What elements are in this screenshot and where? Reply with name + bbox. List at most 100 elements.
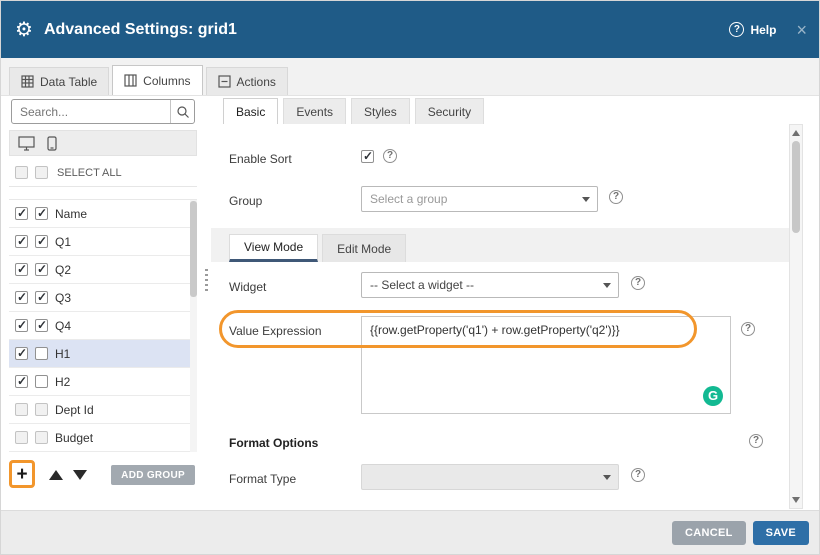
mobile-checkbox[interactable] bbox=[35, 375, 48, 388]
list-item[interactable]: Name bbox=[9, 200, 197, 228]
mobile-checkbox[interactable] bbox=[35, 235, 48, 248]
column-name: Q2 bbox=[55, 263, 71, 277]
value-expression-help-icon[interactable] bbox=[741, 322, 755, 336]
gear-icon: ⚙︎ bbox=[15, 20, 33, 40]
widget-label: Widget bbox=[229, 280, 266, 294]
group-label: Group bbox=[229, 194, 262, 208]
actions-icon bbox=[218, 75, 231, 88]
visible-checkbox[interactable] bbox=[15, 263, 28, 276]
add-group-button[interactable]: ADD GROUP bbox=[111, 465, 195, 485]
format-type-select[interactable] bbox=[361, 464, 619, 490]
help-icon[interactable] bbox=[729, 22, 744, 37]
save-button[interactable]: SAVE bbox=[753, 521, 809, 545]
grammarly-icon[interactable]: G bbox=[703, 386, 723, 406]
tab-actions[interactable]: Actions bbox=[206, 67, 288, 95]
search-button[interactable] bbox=[170, 100, 194, 123]
tab-label: Basic bbox=[236, 105, 265, 119]
tab-label: Actions bbox=[237, 75, 276, 89]
mobile-checkbox[interactable] bbox=[35, 207, 48, 220]
list-scrollbar[interactable] bbox=[190, 200, 197, 452]
visible-checkbox[interactable] bbox=[15, 319, 28, 332]
format-options-heading: Format Options bbox=[229, 436, 318, 450]
visible-checkbox[interactable] bbox=[15, 207, 28, 220]
list-item[interactable]: Budget bbox=[9, 424, 197, 452]
tab-styles[interactable]: Styles bbox=[351, 98, 410, 124]
column-name: Q3 bbox=[55, 291, 71, 305]
format-type-help-icon[interactable] bbox=[631, 468, 645, 482]
scroll-up-icon[interactable] bbox=[792, 130, 800, 136]
annotation-add-column: + bbox=[9, 460, 35, 488]
chevron-down-icon bbox=[582, 197, 590, 202]
tab-label: Data Table bbox=[40, 75, 97, 89]
select-all-mobile-checkbox[interactable] bbox=[35, 166, 48, 179]
tab-security[interactable]: Security bbox=[415, 98, 484, 124]
scroll-down-icon[interactable] bbox=[792, 497, 800, 503]
visible-checkbox[interactable] bbox=[15, 347, 28, 360]
group-select[interactable]: Select a group bbox=[361, 186, 598, 212]
mobile-checkbox[interactable] bbox=[35, 431, 48, 444]
tab-basic[interactable]: Basic bbox=[223, 98, 278, 124]
add-column-button[interactable]: + bbox=[16, 465, 27, 484]
column-name: Q4 bbox=[55, 319, 71, 333]
group-help-icon[interactable] bbox=[609, 190, 623, 204]
visible-checkbox[interactable] bbox=[15, 235, 28, 248]
panel-scrollbar-thumb[interactable] bbox=[792, 141, 800, 233]
enable-sort-checkbox[interactable] bbox=[361, 150, 374, 163]
tab-edit-mode[interactable]: Edit Mode bbox=[322, 234, 406, 262]
mobile-checkbox[interactable] bbox=[35, 403, 48, 416]
column-name: H2 bbox=[55, 375, 70, 389]
move-up-button[interactable] bbox=[49, 470, 63, 480]
list-item[interactable]: Dept Id bbox=[9, 396, 197, 424]
visible-checkbox[interactable] bbox=[15, 375, 28, 388]
list-item[interactable]: Q3 bbox=[9, 284, 197, 312]
enable-sort-help-icon[interactable] bbox=[383, 149, 397, 163]
settings-tabs: Basic Events Styles Security bbox=[211, 97, 803, 124]
desktop-icon[interactable] bbox=[18, 136, 35, 151]
close-icon[interactable]: × bbox=[796, 21, 807, 39]
tab-label: View Mode bbox=[244, 240, 303, 254]
widget-select-value: -- Select a widget -- bbox=[370, 278, 474, 292]
visible-checkbox[interactable] bbox=[15, 431, 28, 444]
list-item[interactable]: H1 bbox=[9, 340, 197, 368]
value-expression-input[interactable]: {{row.getProperty('q1') + row.getPropert… bbox=[361, 316, 731, 414]
column-name: Budget bbox=[55, 431, 93, 445]
move-down-button[interactable] bbox=[73, 470, 87, 480]
cancel-button[interactable]: CANCEL bbox=[672, 521, 746, 545]
search-input[interactable] bbox=[11, 99, 195, 124]
panel-splitter-grip[interactable] bbox=[205, 269, 208, 291]
chevron-down-icon bbox=[603, 475, 611, 480]
mobile-checkbox[interactable] bbox=[35, 347, 48, 360]
list-item[interactable]: Q1 bbox=[9, 228, 197, 256]
mobile-icon[interactable] bbox=[47, 136, 57, 151]
advanced-settings-dialog: ⚙︎ Advanced Settings: grid1 Help × Data … bbox=[0, 0, 820, 555]
visible-checkbox[interactable] bbox=[15, 291, 28, 304]
tab-view-mode[interactable]: View Mode bbox=[229, 234, 318, 262]
mobile-checkbox[interactable] bbox=[35, 319, 48, 332]
mobile-checkbox[interactable] bbox=[35, 263, 48, 276]
select-all-row: SELECT ALL bbox=[9, 159, 197, 187]
help-link[interactable]: Help bbox=[750, 23, 776, 37]
visible-checkbox[interactable] bbox=[15, 403, 28, 416]
panel-scrollbar[interactable] bbox=[789, 124, 803, 509]
columns-sidebar: SELECT ALL Name Q1 Q2 Q3 bbox=[9, 97, 197, 492]
dialog-footer: CANCEL SAVE bbox=[1, 510, 820, 554]
search-box bbox=[11, 99, 195, 124]
widget-select[interactable]: -- Select a widget -- bbox=[361, 272, 619, 298]
list-scrollbar-thumb[interactable] bbox=[190, 201, 197, 297]
value-expression-label: Value Expression bbox=[229, 324, 322, 338]
tab-columns[interactable]: Columns bbox=[112, 65, 202, 95]
settings-body: Enable Sort Group Select a group View Mo… bbox=[211, 124, 789, 509]
list-item[interactable]: H2 bbox=[9, 368, 197, 396]
list-item[interactable]: Q2 bbox=[9, 256, 197, 284]
tab-label: Edit Mode bbox=[337, 242, 391, 256]
list-item[interactable]: Q4 bbox=[9, 312, 197, 340]
format-options-help-icon[interactable] bbox=[749, 434, 763, 448]
main-tabs: Data Table Columns Actions bbox=[1, 58, 820, 96]
mobile-checkbox[interactable] bbox=[35, 291, 48, 304]
columns-list: Name Q1 Q2 Q3 Q4 bbox=[9, 199, 197, 452]
tab-data-table[interactable]: Data Table bbox=[9, 67, 109, 95]
tab-events[interactable]: Events bbox=[283, 98, 346, 124]
chevron-down-icon bbox=[603, 283, 611, 288]
select-all-visible-checkbox[interactable] bbox=[15, 166, 28, 179]
widget-help-icon[interactable] bbox=[631, 276, 645, 290]
